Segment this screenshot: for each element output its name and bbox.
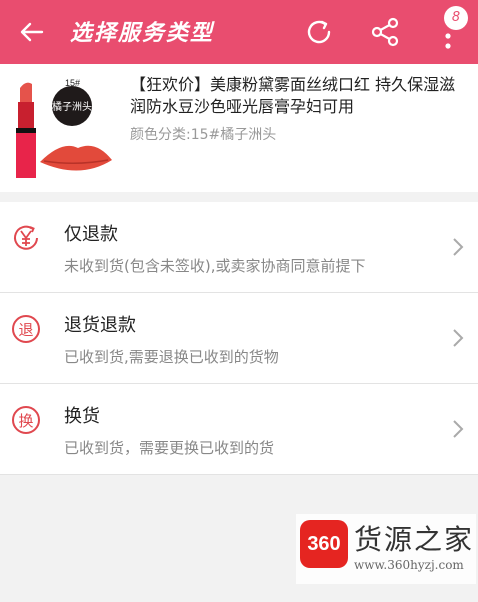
option-desc: 已收到货，需要更换已收到的货 (64, 439, 275, 457)
watermark-url: www.360hyzj.com (354, 558, 464, 572)
option-title: 退货退款 (64, 315, 136, 336)
thumb-name: 橘子洲头 (52, 101, 92, 113)
option-return-refund[interactable]: 退 退货退款 已收到货,需要退换已收到的货物 (0, 293, 478, 384)
share-icon[interactable] (370, 16, 400, 48)
product-card: 15# 橘子洲头 【狂欢价】美康粉黛雾面丝绒口红 持久保湿滋润防水豆沙色哑光唇膏… (0, 64, 478, 192)
exchange-icon: 换 (12, 406, 40, 434)
more-vertical-icon (445, 33, 451, 49)
watermark-text: 货源之家 (354, 523, 475, 556)
svg-text:退: 退 (18, 321, 33, 339)
product-title: 【狂欢价】美康粉黛雾面丝绒口红 持久保湿滋润防水豆沙色哑光唇膏孕妇可用 (130, 75, 456, 116)
app-header: 选择服务类型 8 (0, 0, 478, 64)
watermark-logo: 360 (300, 520, 348, 568)
option-desc: 未收到货(包含未签收),或卖家协商同意前提下 (64, 257, 366, 275)
option-title: 仅退款 (64, 224, 118, 245)
option-exchange[interactable]: 换 换货 已收到货，需要更换已收到的货 (0, 384, 478, 475)
refund-yen-icon (14, 225, 38, 250)
product-spec: 颜色分类:15#橘子洲头 (130, 127, 277, 143)
chevron-right-icon (453, 238, 464, 256)
svg-text:换: 换 (18, 412, 33, 430)
option-desc: 已收到货,需要退换已收到的货物 (64, 348, 279, 366)
option-refund-only[interactable]: 仅退款 未收到货(包含未签收),或卖家协商同意前提下 (0, 202, 478, 293)
service-options: 仅退款 未收到货(包含未签收),或卖家协商同意前提下 退 退货退款 已收到货,需… (0, 202, 478, 475)
thumb-number: 15# (65, 78, 80, 88)
refresh-icon[interactable] (303, 16, 335, 48)
arrow-left-icon[interactable] (18, 18, 46, 46)
watermark: 360 货源之家 www.360hyzj.com (296, 514, 476, 584)
option-title: 换货 (64, 406, 100, 427)
product-thumbnail: 15# 橘子洲头 (10, 74, 114, 182)
return-icon: 退 (12, 315, 40, 343)
chevron-right-icon (453, 420, 464, 438)
chevron-right-icon (453, 329, 464, 347)
page-title: 选择服务类型 (70, 20, 215, 46)
more-menu-button[interactable]: 8 (436, 6, 476, 58)
